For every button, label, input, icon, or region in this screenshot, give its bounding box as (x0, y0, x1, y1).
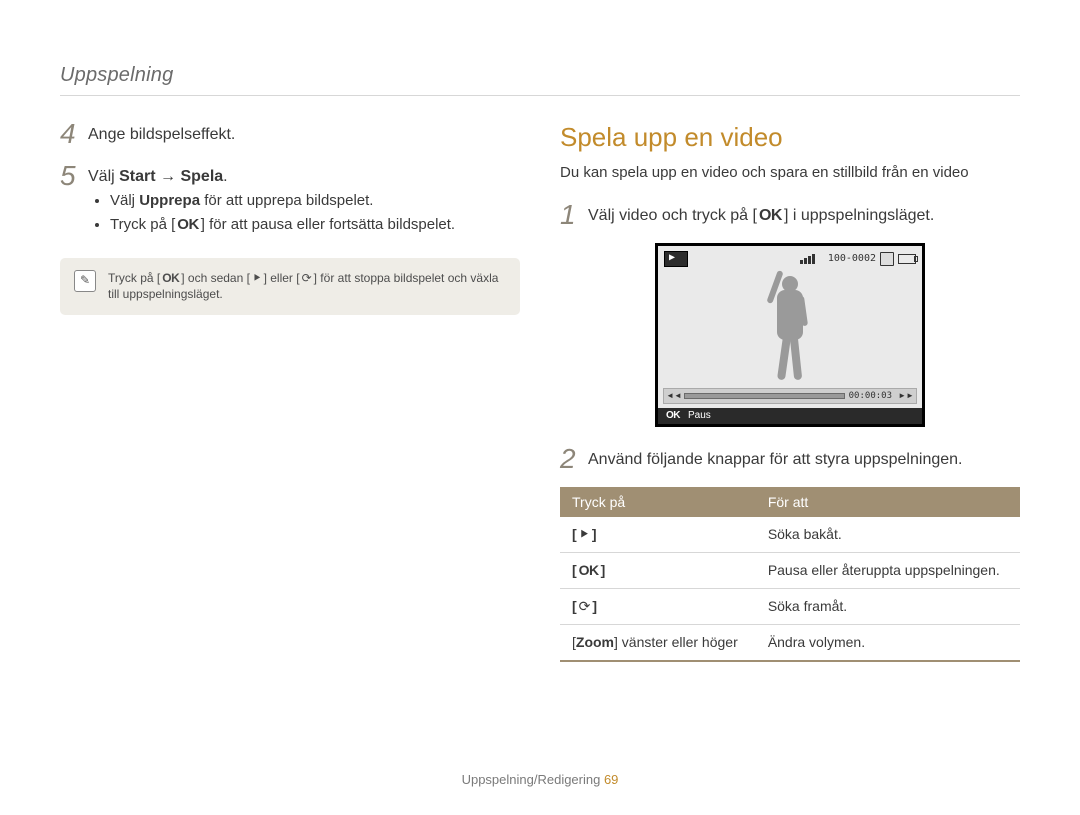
battery-icon (898, 254, 916, 264)
page-number: 69 (604, 772, 618, 787)
step-number: 1 (560, 201, 588, 231)
t: Välj video och tryck på [ (588, 207, 757, 224)
t: ] för att pausa eller fortsätta bildspel… (201, 216, 455, 233)
t: ] eller [ (264, 271, 300, 285)
info-note: ✎ Tryck på [OK] och sedan [⯈] eller [⟳] … (60, 258, 520, 316)
t: Tryck på [ (108, 271, 160, 285)
elapsed-time: 00:00:03 (845, 390, 896, 402)
step-number: 4 (60, 120, 88, 150)
progress-track (684, 393, 845, 399)
ok-icon: OK (577, 561, 601, 580)
action-cell: Pausa eller återuppta uppspelningen. (756, 553, 1020, 589)
t: ] vänster eller höger (614, 634, 738, 650)
step-5: 5 Välj Start → Spela. Välj Upprepa för a… (60, 162, 520, 240)
t: Zoom (576, 634, 614, 650)
timer-icon: ⟳ (300, 270, 314, 287)
pause-label: Paus (688, 409, 711, 423)
ok-icon: OK (664, 409, 682, 423)
table-row: [Zoom] vänster eller höger Ändra volymen… (560, 625, 1020, 661)
action-cell: Söka bakåt. (756, 517, 1020, 552)
ok-icon: OK (757, 205, 784, 227)
file-counter: 100-0002 (828, 252, 876, 266)
section-lead: Du kan spela upp en video och spara en s… (560, 163, 1020, 183)
step-2: 2 Använd följande knappar för att styra … (560, 445, 1020, 475)
step-text: Välj Start → Spela. (88, 166, 520, 188)
lcd-topbar: 100-0002 (658, 246, 922, 268)
step-number: 2 (560, 445, 588, 475)
section-heading: Spela upp en video (560, 120, 1020, 155)
rewind-icon: ◄◄ (664, 391, 684, 402)
key-cell: [Zoom] vänster eller höger (560, 625, 756, 661)
forward-icon: ►► (896, 391, 916, 402)
lcd-bottom-hint: OK Paus (658, 408, 922, 424)
step-number: 5 (60, 162, 88, 240)
t: Upprepa (139, 192, 200, 209)
timer-icon: ⟳ (577, 597, 593, 616)
step-4: 4 Ange bildspelseffekt. (60, 120, 520, 150)
col-header-press: Tryck på (560, 487, 756, 518)
bracket-right-icon: ] (592, 526, 597, 542)
note-text: Tryck på [OK] och sedan [⯈] eller [⟳] fö… (108, 270, 506, 304)
step-text: Ange bildspelseffekt. (88, 124, 520, 146)
right-column: Spela upp en video Du kan spela upp en v… (560, 120, 1020, 662)
t: ] och sedan [ (181, 271, 250, 285)
manual-page: Uppspelning 4 Ange bildspelseffekt. 5 Vä… (0, 0, 1080, 815)
sub-bullets: Välj Upprepa för att upprepa bildspelet.… (110, 191, 520, 236)
page-footer: Uppspelning/Redigering 69 (0, 771, 1080, 789)
footer-text: Uppspelning/Redigering (462, 772, 604, 787)
key-cell: [⯈] (560, 517, 756, 552)
controls-table: Tryck på För att [⯈] Söka bakåt. [OK] (560, 487, 1020, 662)
table-row: [⟳] Söka framåt. (560, 589, 1020, 625)
list-item: Tryck på [OK] för att pausa eller fortsä… (110, 215, 520, 235)
t: för att upprepa bildspelet. (200, 192, 373, 209)
t: Välj (88, 168, 119, 185)
key-cell: [OK] (560, 553, 756, 589)
t: Spela (180, 168, 223, 185)
key-cell: [⟳] (560, 589, 756, 625)
step-text: Använd följande knappar för att styra up… (588, 449, 1020, 471)
bracket-right-icon: ] (601, 562, 606, 578)
two-column-layout: 4 Ange bildspelseffekt. 5 Välj Start → S… (60, 120, 1020, 662)
flash-icon: ⯈ (577, 525, 592, 544)
lcd-screen: 100-0002 ◄◄ 00:00:03 ►► (655, 243, 925, 427)
list-item: Välj Upprepa för att upprepa bildspelet. (110, 191, 520, 211)
table-row: [OK] Pausa eller återuppta uppspelningen… (560, 553, 1020, 589)
signal-icon (800, 254, 824, 264)
ok-icon: OK (175, 215, 201, 235)
col-header-action: För att (756, 487, 1020, 518)
step-text: Välj video och tryck på [OK] i uppspelni… (588, 205, 1020, 227)
step-1: 1 Välj video och tryck på [OK] i uppspel… (560, 201, 1020, 231)
playback-bar: ◄◄ 00:00:03 ►► (663, 388, 917, 404)
table-row: [⯈] Söka bakåt. (560, 517, 1020, 552)
t: . (223, 168, 227, 185)
chapter-title: Uppspelning (60, 62, 1020, 96)
sd-card-icon (880, 252, 894, 266)
ok-icon: OK (160, 270, 181, 287)
action-cell: Ändra volymen. (756, 625, 1020, 661)
action-cell: Söka framåt. (756, 589, 1020, 625)
t: → (156, 168, 181, 185)
left-column: 4 Ange bildspelseffekt. 5 Välj Start → S… (60, 120, 520, 662)
flash-icon: ⯈ (250, 270, 264, 287)
info-icon: ✎ (74, 270, 96, 292)
camera-screen-illustration: 100-0002 ◄◄ 00:00:03 ►► (655, 243, 925, 427)
t: Välj (110, 192, 139, 209)
t: ] i uppspelningsläget. (784, 207, 934, 224)
child-silhouette (750, 276, 830, 386)
bracket-right-icon: ] (592, 598, 597, 614)
play-mode-icon (664, 251, 688, 267)
t: Start (119, 168, 155, 185)
t: Tryck på [ (110, 216, 175, 233)
